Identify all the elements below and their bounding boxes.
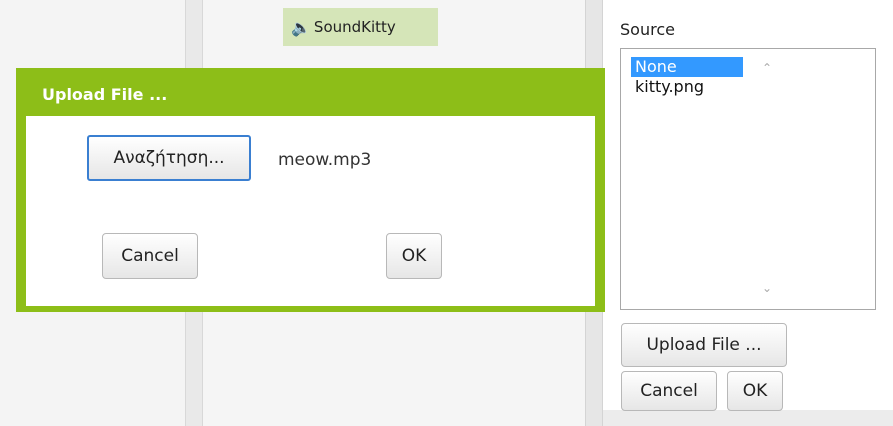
speaker-icon: 🔈: [291, 17, 311, 37]
dialog-cancel-button[interactable]: Cancel: [102, 233, 198, 279]
scroll-down-icon[interactable]: ⌄: [762, 281, 772, 295]
component-name: SoundKitty: [313, 18, 396, 36]
upload-file-button[interactable]: Upload File ...: [621, 323, 787, 367]
cancel-button[interactable]: Cancel: [621, 371, 717, 411]
dialog-body: Αναζήτηση... meow.mp3 Cancel OK: [26, 116, 595, 306]
panel-footer: [603, 410, 893, 426]
component-soundkitty[interactable]: 🔈 SoundKitty: [283, 8, 438, 46]
source-label: Source: [620, 20, 675, 39]
selected-filename: meow.mp3: [278, 150, 372, 170]
browse-button[interactable]: Αναζήτηση...: [87, 135, 251, 181]
list-item[interactable]: None: [631, 57, 743, 77]
dialog-ok-button[interactable]: OK: [386, 233, 442, 279]
upload-dialog: Upload File ... Αναζήτηση... meow.mp3 Ca…: [16, 68, 605, 312]
ok-button[interactable]: OK: [727, 371, 783, 411]
scroll-up-icon[interactable]: ⌃: [762, 61, 772, 75]
list-item[interactable]: kitty.png: [631, 77, 708, 97]
dialog-title: Upload File ...: [42, 84, 168, 104]
source-listbox[interactable]: None kitty.png ⌃ ⌄: [620, 48, 876, 310]
